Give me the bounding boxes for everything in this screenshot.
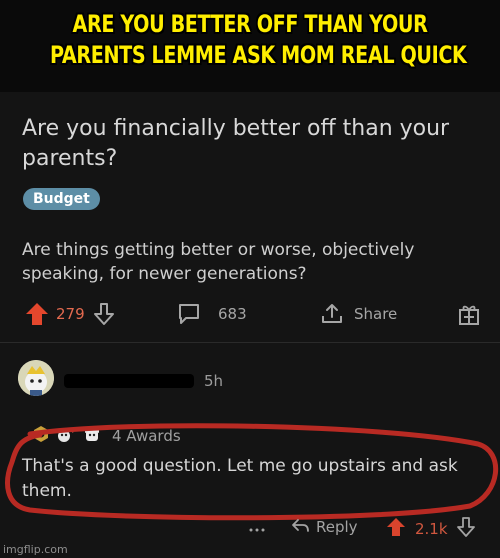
caption-line-1: ARE YOU BETTER OFF THAN YOUR — [72, 10, 428, 38]
award-laugh-icon — [56, 425, 76, 447]
post-action-bar: 279 683 Share — [0, 298, 500, 330]
comment-vote-count: 2.1k — [415, 520, 448, 538]
comment-action-bar: Reply 2.1k — [0, 512, 500, 544]
reddit-screenshot: Are you financially better off than your… — [0, 92, 500, 558]
comment-upvote-icon[interactable] — [385, 516, 407, 542]
more-options-icon[interactable] — [248, 518, 266, 540]
awards-row[interactable]: 4 Awards — [32, 424, 181, 448]
comment-icon — [176, 301, 202, 327]
flair-badge[interactable]: Budget — [23, 188, 100, 210]
reply-icon — [290, 516, 310, 538]
reply-button[interactable]: Reply — [290, 516, 358, 538]
awards-label: 4 Awards — [112, 427, 181, 445]
comment-timestamp: 5h — [204, 372, 224, 390]
downvote-icon[interactable] — [93, 302, 115, 326]
post-vote-control: 279 — [24, 298, 115, 330]
gift-icon — [456, 301, 482, 327]
post-body: Are things getting better or worse, obje… — [22, 240, 415, 284]
share-label: Share — [354, 305, 398, 323]
post-upvote-count: 279 — [56, 305, 85, 323]
meme-caption: ARE YOU BETTER OFF THAN YOUR PARENTS LEM… — [0, 0, 500, 92]
comments-button[interactable]: 683 — [176, 298, 247, 330]
award-dog-icon — [82, 425, 102, 447]
caption-line-2: PARENTS LEMME ASK MOM REAL QUICK — [50, 41, 467, 69]
reply-label: Reply — [316, 518, 358, 536]
comment-count: 683 — [218, 305, 247, 323]
divider — [0, 342, 500, 343]
award-badge-icon — [32, 425, 50, 447]
comment-downvote-icon[interactable] — [456, 516, 476, 542]
imgflip-watermark: imgflip.com — [3, 543, 68, 556]
upvote-icon[interactable] — [24, 301, 50, 327]
award-button[interactable] — [456, 298, 482, 330]
share-icon — [320, 302, 344, 326]
comment-vote-control: 2.1k — [385, 516, 476, 542]
share-button[interactable]: Share — [320, 298, 397, 330]
comment-text: That's a good question. Let me go upstai… — [22, 456, 458, 501]
avatar[interactable] — [18, 360, 54, 396]
redacted-username — [64, 374, 194, 388]
post-title[interactable]: Are you financially better off than your… — [22, 114, 462, 174]
